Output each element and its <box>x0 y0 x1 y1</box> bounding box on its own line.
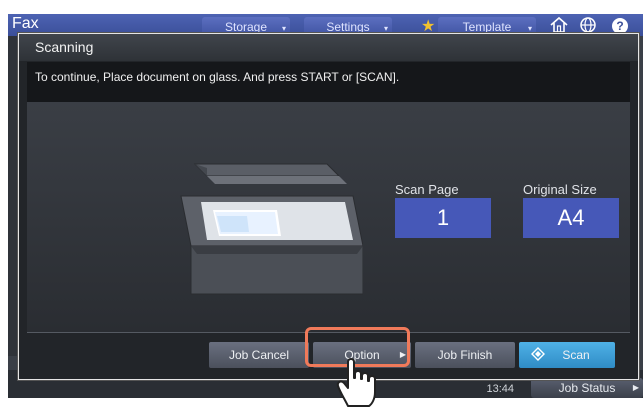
job-status-arrow-icon: ▶ <box>632 383 639 392</box>
job-cancel-button[interactable]: Job Cancel <box>209 342 309 368</box>
instruction-message: To continue, Place document on glass. An… <box>35 70 400 84</box>
dialog-content: Scan Page 1 Original Size A4 <box>27 102 630 332</box>
scan-page-label: Scan Page <box>395 182 459 197</box>
scan-label: Scan <box>562 348 590 362</box>
job-status-label: Job Status <box>558 381 616 395</box>
job-finish-label: Job Finish <box>437 348 493 362</box>
template-label: Template <box>462 20 512 34</box>
help-icon[interactable]: ? <box>612 18 628 34</box>
scanner-icon <box>180 163 363 295</box>
job-status-button[interactable]: Job Status ▶ <box>531 378 643 398</box>
settings-label: Settings <box>326 20 370 34</box>
time-text: 13:44 <box>486 383 514 395</box>
app-title: Fax <box>12 15 39 32</box>
storage-label: Storage <box>224 20 268 34</box>
dialog-header: Scanning <box>19 34 638 61</box>
job-cancel-label: Job Cancel <box>228 348 290 362</box>
dialog-title: Scanning <box>35 39 94 55</box>
scan-button[interactable]: Scan <box>519 342 615 368</box>
scan-icon <box>531 347 545 361</box>
scan-page-value: 1 <box>395 198 491 238</box>
pointing-hand-icon <box>336 358 376 407</box>
original-size-label: Original Size <box>523 182 597 197</box>
job-finish-button[interactable]: Job Finish <box>415 342 515 368</box>
globe-icon[interactable] <box>578 15 598 35</box>
original-size-value: A4 <box>523 198 619 238</box>
message-bar: To continue, Place document on glass. An… <box>27 62 630 102</box>
